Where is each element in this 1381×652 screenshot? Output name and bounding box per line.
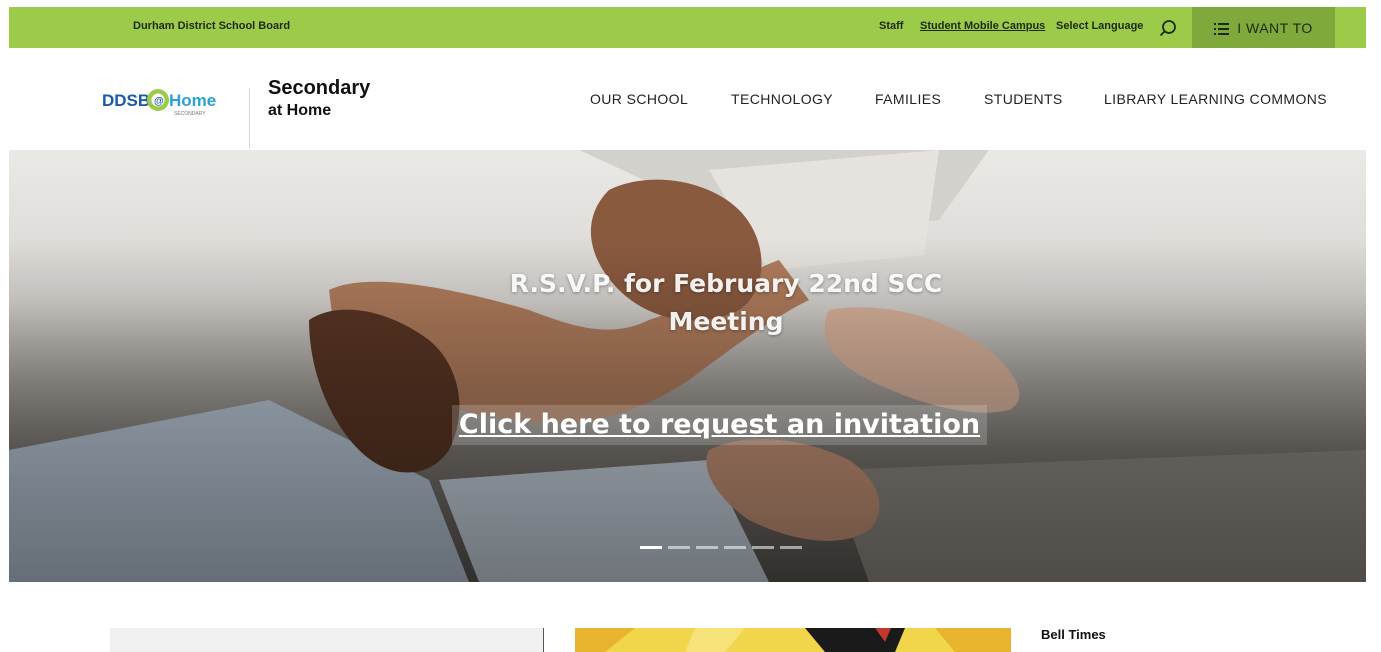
slide-indicator-4[interactable]: [724, 546, 746, 549]
staff-link[interactable]: Staff: [879, 20, 903, 32]
feature-image[interactable]: [575, 628, 1011, 652]
i-want-to-button[interactable]: I WANT TO: [1192, 7, 1335, 48]
search-icon[interactable]: [1157, 17, 1179, 39]
nav-technology[interactable]: TECHNOLOGY: [731, 91, 833, 107]
slide-indicator-5[interactable]: [752, 546, 774, 549]
i-want-to-label: I WANT TO: [1237, 19, 1313, 36]
site-title: Secondary: [268, 77, 371, 99]
nav-our-school[interactable]: OUR SCHOOL: [590, 91, 688, 107]
carousel-indicators: [640, 546, 802, 549]
ddsb-home-logo[interactable]: DDSB @ Home SECONDARY: [102, 82, 222, 118]
slide-indicator-3[interactable]: [696, 546, 718, 549]
hero-banner: R.S.V.P. for February 22nd SCC Meeting C…: [9, 150, 1366, 582]
hero-shade: [9, 150, 1366, 582]
header-divider: [249, 88, 250, 149]
slide-indicator-6[interactable]: [780, 546, 802, 549]
nav-families[interactable]: FAMILIES: [875, 91, 941, 107]
svg-text:Home: Home: [169, 91, 216, 110]
nav-library-learning-commons[interactable]: LIBRARY LEARNING COMMONS: [1104, 91, 1327, 107]
nav-students[interactable]: STUDENTS: [984, 91, 1063, 107]
request-invitation-link[interactable]: Click here to request an invitation: [452, 405, 987, 445]
list-icon: [1214, 22, 1230, 35]
panel-divider: [543, 628, 544, 652]
bell-times-heading: Bell Times: [1041, 627, 1106, 642]
board-name[interactable]: Durham District School Board: [133, 20, 290, 32]
select-language-button[interactable]: Select Language: [1056, 20, 1143, 32]
hero-title: R.S.V.P. for February 22nd SCC Meeting: [509, 269, 943, 336]
utility-bar: Durham District School Board Staff Stude…: [9, 7, 1366, 48]
slide-indicator-1[interactable]: [640, 546, 662, 549]
svg-text:DDSB: DDSB: [102, 91, 150, 110]
student-mobile-campus-link[interactable]: Student Mobile Campus: [920, 20, 1045, 32]
slide-indicator-2[interactable]: [668, 546, 690, 549]
svg-text:@: @: [154, 96, 164, 107]
site-subtitle: at Home: [268, 102, 332, 119]
news-panel: [110, 628, 543, 652]
svg-text:SECONDARY: SECONDARY: [174, 111, 206, 117]
